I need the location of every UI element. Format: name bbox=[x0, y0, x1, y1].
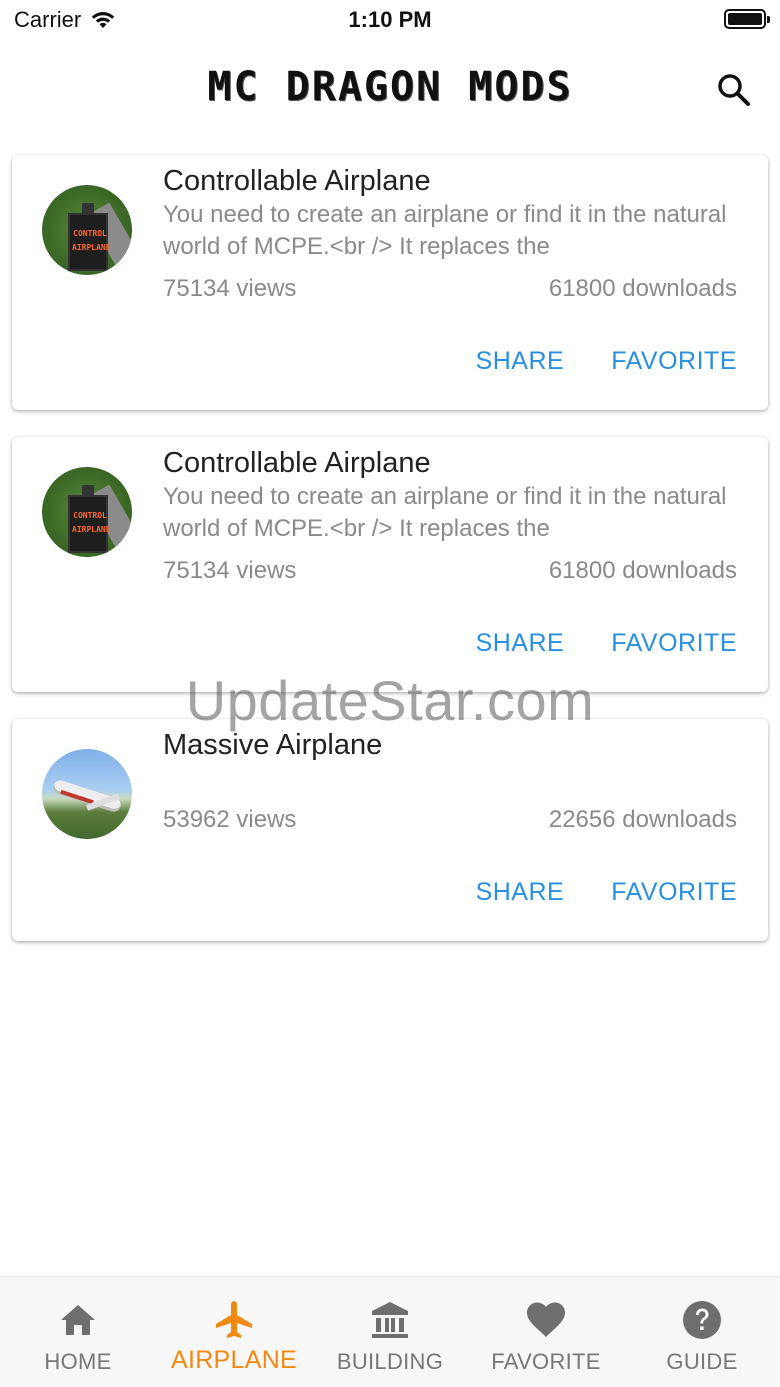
status-bar: Carrier 1:10 PM bbox=[0, 0, 780, 40]
mod-description: You need to create an airplane or find i… bbox=[163, 201, 727, 260]
battery-icon bbox=[724, 9, 770, 29]
mod-thumbnail: CONTROL AIRPLANE bbox=[42, 185, 132, 275]
airplane-icon bbox=[213, 1299, 255, 1341]
tab-favorite-label: FAVORITE bbox=[491, 1349, 601, 1374]
tab-guide-label: GUIDE bbox=[666, 1349, 738, 1374]
mod-thumbnail: CONTROL AIRPLANE bbox=[42, 467, 132, 557]
tab-airplane[interactable]: AIRPLANE bbox=[156, 1277, 312, 1387]
app-bar: MC DRAGON MODS bbox=[0, 48, 780, 128]
search-icon bbox=[718, 74, 750, 106]
tab-guide[interactable]: GUIDE bbox=[624, 1277, 780, 1387]
mod-downloads: 61800 downloads bbox=[548, 557, 737, 584]
favorite-button[interactable]: FAVORITE bbox=[611, 347, 737, 376]
mod-card[interactable]: Massive Airplane 53962 views 22656 downl… bbox=[12, 719, 768, 941]
mod-downloads: 22656 downloads bbox=[548, 806, 737, 833]
search-button[interactable] bbox=[714, 70, 754, 110]
share-button[interactable]: SHARE bbox=[476, 347, 565, 376]
mod-description: You need to create an airplane or find i… bbox=[163, 483, 727, 542]
mod-downloads: 61800 downloads bbox=[548, 275, 737, 302]
card-actions: SHARE FAVORITE bbox=[476, 347, 737, 376]
mod-views: 75134 views bbox=[163, 557, 297, 584]
mod-views: 53962 views bbox=[163, 806, 297, 833]
heart-icon bbox=[525, 1299, 567, 1341]
home-icon bbox=[57, 1299, 99, 1341]
tab-home-label: HOME bbox=[44, 1349, 112, 1374]
tab-favorite[interactable]: FAVORITE bbox=[468, 1277, 624, 1387]
mod-title: Controllable Airplane bbox=[163, 165, 431, 197]
app-title: MC DRAGON MODS bbox=[207, 64, 573, 110]
bottom-nav: HOME AIRPLANE BUILDING FAVORITE GUIDE bbox=[0, 1276, 780, 1387]
tab-home[interactable]: HOME bbox=[0, 1277, 156, 1387]
tab-building[interactable]: BUILDING bbox=[312, 1277, 468, 1387]
mod-card[interactable]: CONTROL AIRPLANE Controllable Airplane Y… bbox=[12, 155, 768, 410]
favorite-button[interactable]: FAVORITE bbox=[611, 878, 737, 907]
help-circle-icon bbox=[681, 1299, 723, 1341]
tab-airplane-label: AIRPLANE bbox=[170, 1346, 298, 1374]
bank-icon bbox=[369, 1299, 411, 1341]
tab-building-label: BUILDING bbox=[336, 1349, 444, 1374]
share-button[interactable]: SHARE bbox=[476, 629, 565, 658]
card-actions: SHARE FAVORITE bbox=[476, 629, 737, 658]
mod-title: Controllable Airplane bbox=[163, 447, 431, 479]
mod-views: 75134 views bbox=[163, 275, 297, 302]
card-actions: SHARE FAVORITE bbox=[476, 878, 737, 907]
share-button[interactable]: SHARE bbox=[476, 878, 565, 907]
status-time: 1:10 PM bbox=[348, 7, 432, 32]
mod-title: Massive Airplane bbox=[163, 729, 383, 761]
favorite-button[interactable]: FAVORITE bbox=[611, 629, 737, 658]
mod-thumbnail bbox=[42, 749, 132, 839]
mod-card[interactable]: CONTROL AIRPLANE Controllable Airplane Y… bbox=[12, 437, 768, 692]
